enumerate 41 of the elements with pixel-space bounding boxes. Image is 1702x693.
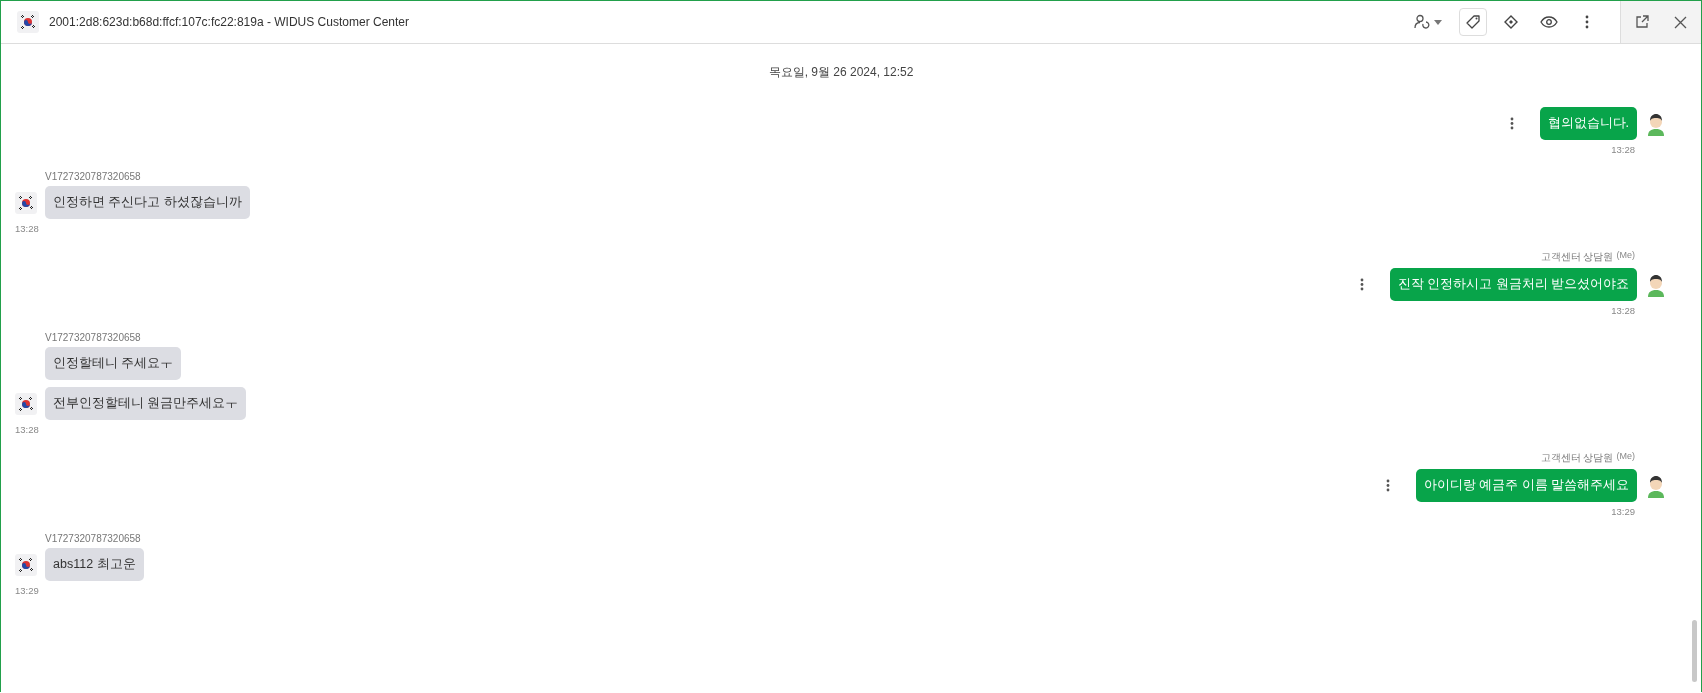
person-icon [1414,14,1444,30]
sender-name: V1727320787320658 [45,171,141,182]
sender-name: V1727320787320658 [45,533,141,544]
message-time: 13:29 [1611,506,1635,517]
scrollbar-thumb[interactable] [1692,620,1697,682]
avatar-icon [1645,474,1667,497]
more-icon [1385,479,1390,492]
avatar-icon [1645,112,1667,135]
flag-icon [15,553,37,576]
message-time: 13:28 [15,223,39,234]
message-bubble: 협의없습니다. [1539,107,1637,140]
sender-name: 고객센터 상담원 [1540,451,1614,465]
more-icon [1585,15,1589,29]
avatar-icon [1645,273,1667,296]
date-divider: 목요일, 9월 26 2024, 12:52 [768,64,914,81]
sender-name: V1727320787320658 [45,332,141,343]
sender-name: 고객센터 상담원 [1540,250,1614,264]
tag-icon [1465,14,1481,30]
message-time: 13:28 [15,424,39,435]
flag-icon [15,392,37,415]
more-icon [1359,278,1364,291]
external-link-icon [1635,15,1649,29]
message-time: 13:28 [1611,305,1635,316]
tag-button[interactable] [1459,8,1487,36]
message-bubble: 전부인정할테니 원금만주세요ㅜ [45,387,247,420]
diamond-icon [1503,14,1519,30]
more-icon [1509,117,1514,130]
message-bubble: abs112 최고운 [45,548,144,581]
close-icon [1673,15,1687,29]
message-bubble: 아이디랑 예금주 이름 말씀해주세요 [1415,469,1637,502]
flag-icon [17,11,39,33]
flag-icon [15,191,37,214]
sender-tag: (Me) [1616,250,1635,264]
message-time: 13:28 [1611,144,1635,155]
eye-icon [1540,15,1558,29]
sender-tag: (Me) [1616,451,1635,465]
message-time: 13:29 [15,585,39,596]
message-bubble: 진작 인정하시고 원금처리 받으셨어야죠 [1389,268,1637,301]
message-bubble: 인정할테니 주세요ㅜ [45,347,182,380]
message-bubble: 인정하면 주신다고 하셨잖습니까 [45,186,250,219]
window-title: 2001:2d8:623d:b68d:ffcf:107c:fc22:819a - WIDUS Customer Center [49,15,409,29]
